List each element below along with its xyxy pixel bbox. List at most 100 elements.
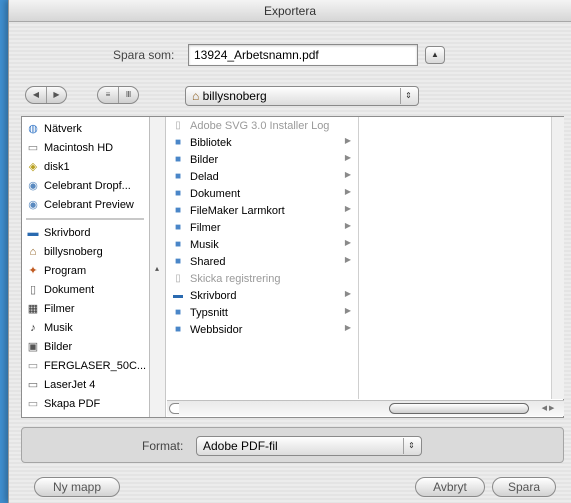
folder-icon: ■ bbox=[174, 153, 182, 165]
filename-input[interactable] bbox=[188, 44, 418, 66]
list-item[interactable]: ▯ Skicka registrering bbox=[171, 270, 357, 287]
pictures-icon: ▣ bbox=[27, 340, 39, 353]
network-volume-icon: ◉ bbox=[28, 179, 38, 192]
folder-icon: ■ bbox=[174, 255, 182, 267]
sidebar-item-celebrant-preview[interactable]: ◉ Celebrant Preview bbox=[26, 195, 150, 214]
chevron-right-icon: ▶ bbox=[344, 221, 351, 230]
list-item[interactable]: ■ Typsnitt ▶ bbox=[171, 304, 357, 321]
sidebar-item-celebrant-dropf[interactable]: ◉ Celebrant Dropf... bbox=[26, 176, 150, 195]
location-label: billysnoberg bbox=[202, 89, 267, 103]
list-item[interactable]: ■ Shared ▶ bbox=[171, 253, 357, 270]
chevron-up-icon: ▲ bbox=[431, 50, 439, 59]
movies-icon: ▦ bbox=[27, 302, 39, 315]
sidebar-divider bbox=[26, 218, 144, 220]
chevron-right-icon: ▶ bbox=[344, 323, 351, 332]
folder-icon: ■ bbox=[174, 221, 182, 233]
browser-column-2 bbox=[360, 117, 551, 399]
save-as-label: Spara som: bbox=[113, 48, 175, 62]
sidebar-item-natverk[interactable]: ◍ Nätverk bbox=[26, 119, 150, 138]
format-popup[interactable]: Adobe PDF-fil ⇕ bbox=[196, 436, 422, 456]
folder-icon: ■ bbox=[174, 323, 182, 335]
popup-arrows-icon: ⇕ bbox=[400, 88, 416, 104]
sidebar-item-laserjet-4[interactable]: ▭ LaserJet 4 bbox=[26, 375, 150, 394]
sidebar-item-musik[interactable]: ♪ Musik bbox=[26, 318, 150, 337]
list-item[interactable]: ■ Bibliotek ▶ bbox=[171, 134, 357, 151]
applications-icon: ✦ bbox=[28, 264, 38, 277]
horizontal-scrollbar[interactable]: ◀ ▶ bbox=[167, 400, 564, 416]
chevron-right-icon: ▶ bbox=[344, 306, 351, 315]
sidebar-item-macintosh-hd[interactable]: ▭ Macintosh HD bbox=[26, 138, 150, 157]
list-item[interactable]: ■ Dokument ▶ bbox=[171, 185, 357, 202]
printer-icon: ▭ bbox=[27, 397, 39, 410]
desktop-icon: ▬ bbox=[27, 226, 39, 239]
sidebar-item-dokument[interactable]: ▯ Dokument bbox=[26, 280, 150, 299]
sidebar-item-billysnoberg[interactable]: ⌂ billysnoberg bbox=[26, 242, 150, 261]
cancel-button[interactable]: Avbryt bbox=[415, 477, 485, 497]
list-item[interactable]: ■ FileMaker Larmkort ▶ bbox=[171, 202, 357, 219]
list-item[interactable]: ■ Filmer ▶ bbox=[171, 219, 357, 236]
printer-icon: ▭ bbox=[27, 359, 39, 372]
save-button[interactable]: Spara bbox=[492, 477, 556, 497]
chevron-right-icon: ▶ bbox=[344, 170, 351, 179]
sidebar-splitter[interactable]: ▴ bbox=[150, 117, 166, 417]
folder-icon: ■ bbox=[174, 238, 182, 250]
list-item[interactable]: ■ Webbsidor ▶ bbox=[171, 321, 357, 338]
home-icon: ⌂ bbox=[29, 245, 37, 258]
scrollbar-thumb[interactable] bbox=[389, 403, 529, 414]
network-globe-icon: ◍ bbox=[28, 122, 38, 135]
scroll-arrows-icon[interactable]: ◀ ▶ bbox=[534, 403, 562, 414]
document-icon: ▯ bbox=[175, 272, 181, 284]
folder-icon: ■ bbox=[174, 170, 182, 182]
new-folder-button[interactable]: Ny mapp bbox=[34, 477, 120, 497]
list-item[interactable]: ■ Musik ▶ bbox=[171, 236, 357, 253]
file-browser: ◍ Nätverk ▭ Macintosh HD ◈ disk1 ◉ Celebrant… bbox=[21, 116, 564, 418]
scroll-track-start bbox=[169, 403, 179, 414]
documents-icon: ▯ bbox=[29, 283, 37, 296]
printer-icon: ▭ bbox=[27, 378, 39, 391]
location-popup[interactable]: ⌂ billysnoberg ⇕ bbox=[185, 86, 419, 106]
sidebar-item-skapa-pdf[interactable]: ▭ Skapa PDF bbox=[26, 394, 150, 413]
folder-icon: ■ bbox=[174, 136, 182, 148]
desktop-icon: ▬ bbox=[173, 289, 183, 301]
browser-column-1: ▯ Adobe SVG 3.0 Installer Log ■ Bibliotek ▶… bbox=[167, 117, 359, 399]
list-item[interactable]: ■ Delad ▶ bbox=[171, 168, 357, 185]
format-value: Adobe PDF-fil bbox=[203, 439, 278, 453]
list-item[interactable]: ■ Bilder ▶ bbox=[171, 151, 357, 168]
list-item[interactable]: ▯ Adobe SVG 3.0 Installer Log bbox=[171, 117, 357, 134]
folder-icon: ■ bbox=[174, 306, 182, 318]
network-volume-icon: ◉ bbox=[28, 198, 38, 211]
music-icon: ♪ bbox=[30, 321, 36, 334]
document-icon: ▯ bbox=[175, 119, 181, 131]
format-panel: Format: Adobe PDF-fil ⇕ bbox=[21, 427, 564, 463]
chevron-right-icon: ▶ bbox=[344, 204, 351, 213]
chevron-right-icon: ▶ bbox=[344, 255, 351, 264]
format-label: Format: bbox=[142, 439, 184, 453]
list-item[interactable]: ▬ Skrivbord ▶ bbox=[171, 287, 357, 304]
save-as-row: Spara som: ▲ bbox=[9, 44, 571, 66]
chevron-right-icon: ▶ bbox=[344, 289, 351, 298]
sidebar-item-bilder[interactable]: ▣ Bilder bbox=[26, 337, 150, 356]
disk-image-icon: ◈ bbox=[28, 160, 38, 173]
sidebar-item-ferglaser[interactable]: ▭ FERGLASER_50C... bbox=[26, 356, 150, 375]
chevron-right-icon: ▶ bbox=[344, 238, 351, 247]
chevron-right-icon: ▶ bbox=[344, 153, 351, 162]
back-arrow-icon[interactable]: ◀ bbox=[26, 87, 46, 103]
folder-icon: ■ bbox=[174, 187, 182, 199]
folder-icon: ■ bbox=[174, 204, 182, 216]
sidebar-item-skrivbord[interactable]: ▬ Skrivbord bbox=[26, 223, 150, 242]
sidebar-item-filmer[interactable]: ▦ Filmer bbox=[26, 299, 150, 318]
window-title: Exportera bbox=[9, 0, 571, 22]
forward-arrow-icon[interactable]: ▶ bbox=[46, 87, 66, 103]
column-edge bbox=[551, 117, 564, 399]
expand-toggle-button[interactable]: ▲ bbox=[425, 46, 445, 64]
splitter-handle-icon: ▴ bbox=[155, 264, 160, 273]
column-view-icon[interactable]: Ⅲ bbox=[118, 87, 138, 103]
sidebar-item-disk1[interactable]: ◈ disk1 bbox=[26, 157, 150, 176]
view-mode-control: ≡ Ⅲ bbox=[97, 86, 139, 104]
sidebar-item-program[interactable]: ✦ Program bbox=[26, 261, 150, 280]
chevron-right-icon: ▶ bbox=[344, 187, 351, 196]
chevron-right-icon: ▶ bbox=[344, 136, 351, 145]
navigation-toolbar: ◀ ▶ ≡ Ⅲ ⌂ billysnoberg ⇕ bbox=[9, 86, 571, 106]
back-forward-control: ◀ ▶ bbox=[25, 86, 67, 104]
list-view-icon[interactable]: ≡ bbox=[98, 87, 118, 103]
